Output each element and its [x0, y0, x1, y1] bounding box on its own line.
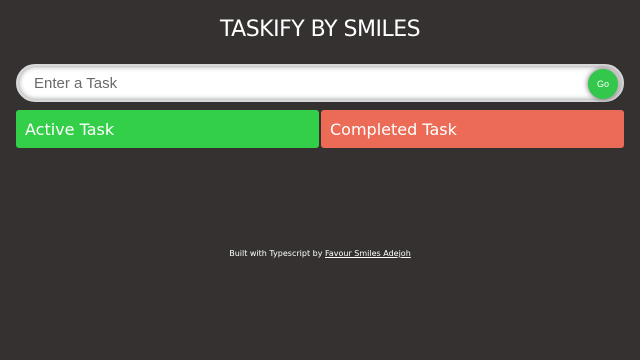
- active-task-column: Active Task: [16, 110, 319, 148]
- page-title: TASKIFY BY SMILES: [219, 17, 421, 42]
- task-input-container: [16, 64, 624, 102]
- active-task-heading: Active Task: [25, 119, 115, 139]
- footer-text: Built with Typescript by: [229, 249, 323, 258]
- footer: Built with Typescript by Favour Smiles A…: [0, 249, 640, 258]
- completed-task-column: Completed Task: [321, 110, 624, 148]
- taskify-app: TASKIFY BY SMILES Go Active Task Complet…: [0, 0, 640, 360]
- go-button[interactable]: Go: [588, 69, 618, 99]
- task-input[interactable]: [18, 66, 622, 100]
- author-link[interactable]: Favour Smiles Adejoh: [325, 249, 411, 258]
- completed-task-heading: Completed Task: [330, 119, 457, 139]
